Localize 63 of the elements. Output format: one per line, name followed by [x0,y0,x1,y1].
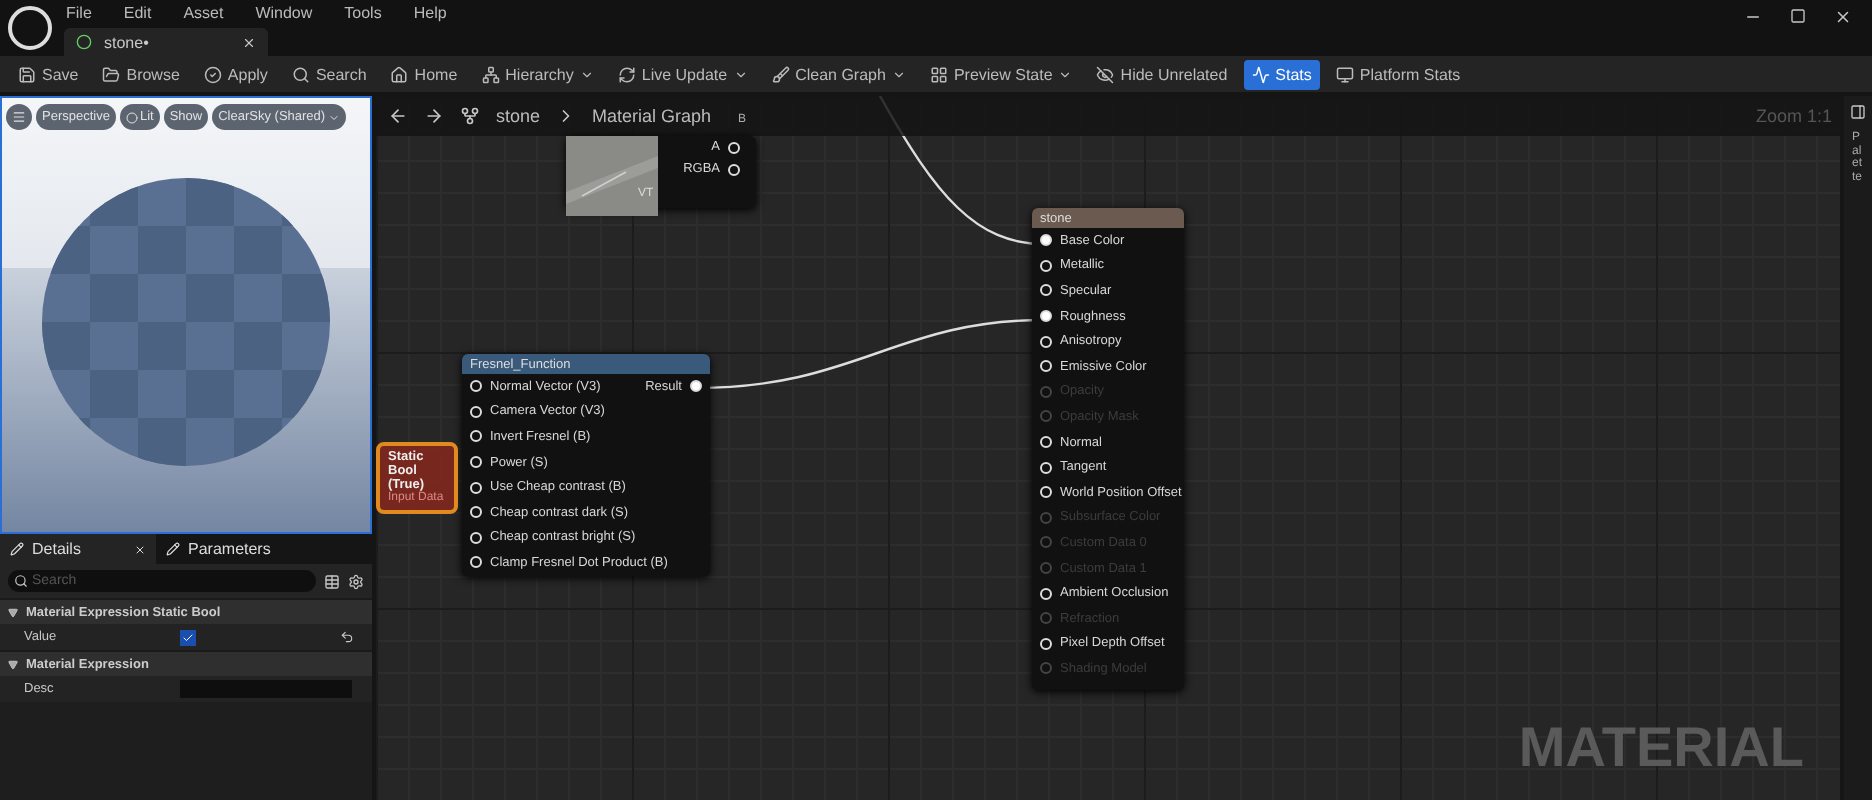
breadcrumb-item[interactable]: stone [496,106,541,126]
pencil-icon [166,542,180,556]
settings-icon[interactable] [348,573,364,589]
panel-icon[interactable] [1850,104,1866,120]
caption: MATERIAL [1518,716,1804,780]
brush-icon [771,65,790,83]
toolbar-button[interactable]: Clean Graph [763,59,914,89]
pencil-icon [10,542,24,556]
toolbar-button[interactable]: Apply [195,59,276,89]
toolbar-button[interactable]: Home [382,59,466,89]
save-icon [18,65,36,83]
table-icon[interactable] [324,573,340,589]
expander-icon [8,607,18,617]
menu-item[interactable]: Tools [344,3,382,21]
folder-icon [102,65,121,83]
toolbar-button[interactable]: Save [10,59,87,89]
pulse-icon [1251,65,1270,83]
caret-icon [327,111,340,123]
caret-icon [579,67,594,81]
reset-icon[interactable] [340,630,354,644]
material-icon [76,34,92,50]
close-icon[interactable] [242,35,256,49]
menu-icon [12,110,26,124]
menu-item[interactable]: Help [413,3,447,21]
menu-item[interactable]: File [66,3,92,21]
document-tab[interactable]: stone• [64,28,268,56]
zoom-label: Zoom 1:1 [1755,106,1832,126]
close-icon[interactable] [1834,8,1852,26]
refresh-icon [617,65,636,83]
menu-item[interactable]: Edit [123,3,152,21]
hierarchy-icon [481,65,500,83]
toolbar-button[interactable]: Platform Stats [1327,59,1469,89]
check-circle-icon [203,65,222,83]
value-checkbox[interactable] [180,629,196,645]
toolbar-button[interactable]: Hierarchy [473,59,602,89]
caret-icon [1058,67,1073,81]
close-icon[interactable] [134,543,146,555]
back-icon[interactable] [388,106,408,126]
home-icon [390,65,409,83]
check-icon [182,631,194,643]
breadcrumb-item[interactable]: Material Graph [592,106,712,126]
panel-tab[interactable]: Details [0,534,156,564]
menu-item[interactable]: Window [255,3,313,21]
toolbar-button[interactable]: Live Update [609,59,756,89]
grid-icon [929,65,948,83]
monitor-icon [1335,65,1354,83]
caret-icon [891,67,906,81]
caret-icon [733,67,748,81]
forward-icon[interactable] [424,106,444,126]
expander-icon [8,659,18,669]
search-icon [14,574,28,588]
eye-off-icon [1096,65,1115,83]
menu-item[interactable]: Asset [183,3,224,21]
toolbar-button[interactable]: Stats [1243,59,1320,89]
maximize-icon[interactable] [1790,8,1806,24]
engine-logo-icon[interactable] [8,6,52,50]
toolbar-button[interactable]: Hide Unrelated [1088,59,1236,89]
graph-icon [460,106,480,126]
toolbar-button[interactable]: Browse [94,59,188,89]
sphere-icon [125,111,138,123]
search-icon [291,65,310,83]
toolbar-button[interactable]: Preview State [921,59,1081,89]
toolbar-button[interactable]: Search [283,59,375,89]
